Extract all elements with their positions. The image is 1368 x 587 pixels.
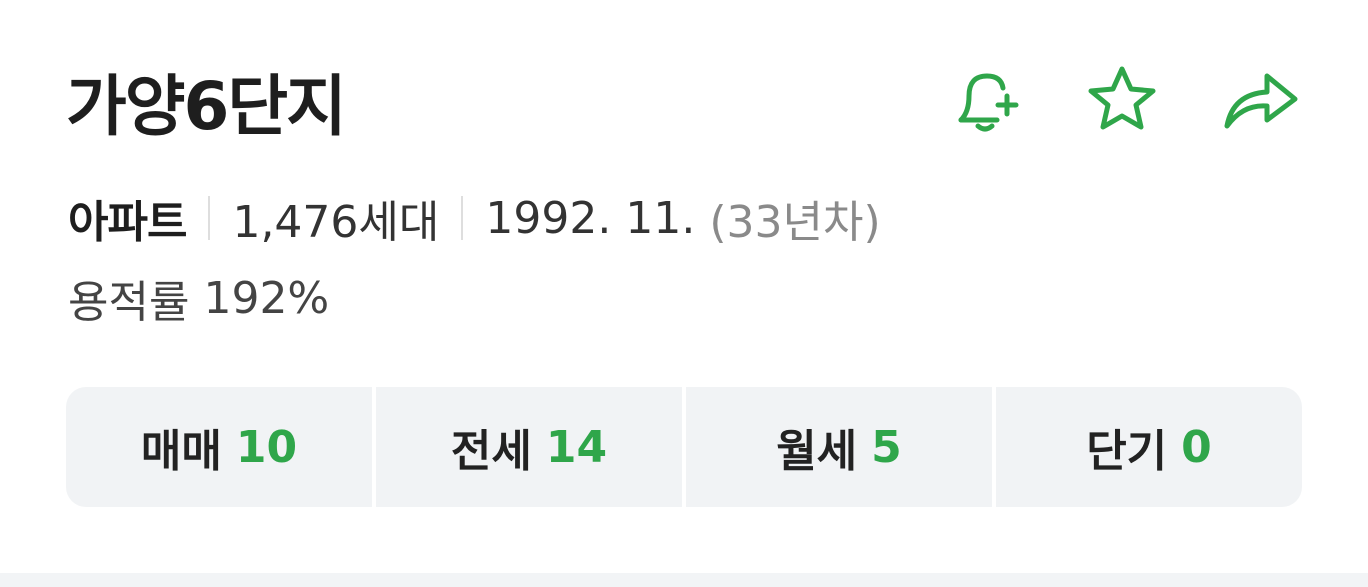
property-type: 아파트 (68, 197, 187, 248)
tab-short-term[interactable]: 단기 0 (996, 387, 1302, 507)
share-arrow-icon (1224, 73, 1298, 129)
tab-label: 월세 (776, 426, 858, 477)
tab-jeonse[interactable]: 전세 14 (376, 387, 682, 507)
tab-label: 단기 (1086, 426, 1168, 477)
tab-count: 14 (545, 421, 608, 473)
tab-monthly-rent[interactable]: 월세 5 (686, 387, 992, 507)
tab-count: 5 (871, 421, 902, 473)
tab-count: 0 (1181, 421, 1212, 473)
divider (208, 196, 211, 240)
deal-type-tabs: 매매 10 전세 14 월세 5 단기 0 (66, 387, 1302, 507)
star-icon (1088, 66, 1156, 130)
tab-label: 전세 (450, 426, 532, 477)
building-age: (33년차) (709, 197, 881, 248)
divider (461, 196, 464, 240)
tab-label: 매매 (140, 426, 222, 477)
tab-sale[interactable]: 매매 10 (66, 387, 372, 507)
alert-add-button[interactable] (940, 58, 1030, 142)
bell-plus-icon (958, 73, 1019, 132)
complex-summary: 아파트 1,476세대 1992. 11. (33년차) (68, 186, 881, 250)
share-button[interactable] (1216, 58, 1306, 142)
far-value: 192% (203, 272, 330, 324)
tab-count: 10 (235, 421, 298, 473)
household-count: 1,476세대 (232, 197, 440, 248)
floor-area-ratio: 용적률 192% (68, 266, 329, 330)
page-title: 가양6단지 (66, 68, 347, 145)
section-divider (0, 573, 1368, 587)
far-label: 용적률 (68, 277, 190, 328)
header-actions (940, 58, 1310, 142)
approval-date: 1992. 11. (485, 192, 696, 244)
favorite-button[interactable] (1077, 58, 1167, 142)
